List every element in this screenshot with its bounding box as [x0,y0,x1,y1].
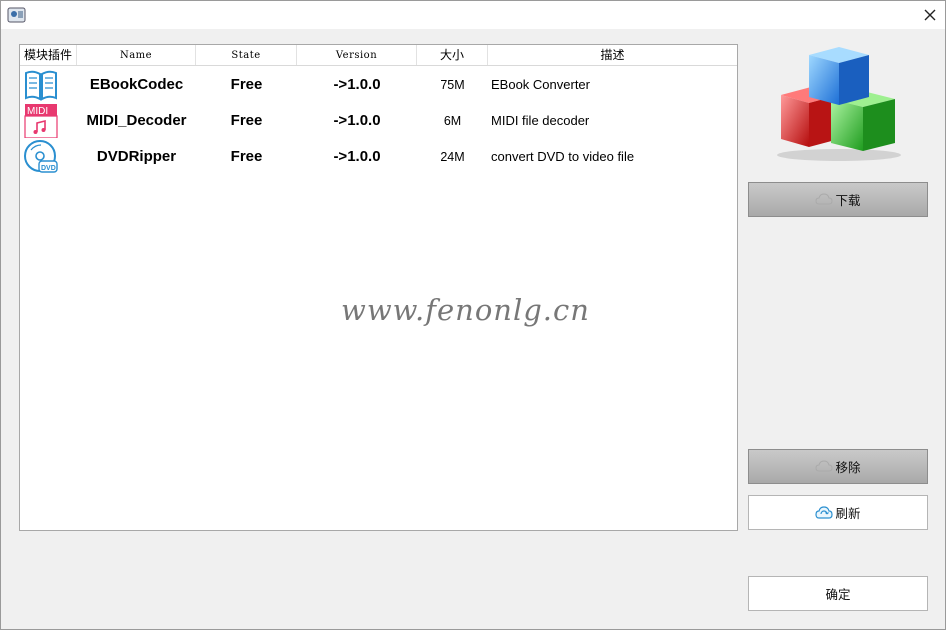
plugin-version: ->1.0.0 [333,112,381,129]
title-bar [1,1,945,29]
column-header-name[interactable]: Name [77,45,196,65]
plugin-list[interactable]: 模块插件 Name State Version 大小 描述 EBookCodec… [19,44,738,531]
remove-icon [815,459,833,471]
watermark: www.fenonlg.cn [341,293,590,327]
app-icon [7,7,26,23]
plugin-version: ->1.0.0 [333,148,381,165]
column-header-version[interactable]: Version [297,45,417,65]
plugin-size: 24M [440,150,465,164]
plugin-description: convert DVD to video file [491,149,635,164]
close-icon [924,9,936,21]
plugin-cubes-logo [777,47,901,161]
dvd-icon-label: DVD [41,165,56,172]
plugin-name: DVDRipper [96,148,177,165]
download-button-label: 下载 [835,193,861,208]
dvd-icon: DVD [24,140,58,173]
plugin-name: EBookCodec [89,76,184,93]
plugin-size: 6M [443,114,462,128]
remove-button[interactable]: 移除 [748,449,928,484]
remove-button-label: 移除 [835,460,861,475]
column-header-module[interactable]: 模块插件 [20,45,77,65]
refresh-button-label: 刷新 [835,506,861,521]
plugin-state: Free [230,112,263,129]
ok-button-label: 确定 [825,587,851,602]
download-icon [815,192,833,204]
plugin-description: EBook Converter [491,77,590,92]
download-button[interactable]: 下载 [748,182,928,217]
table-row[interactable]: MIDI MIDI_Decoder Free ->1.0.0 6M MIDI f… [20,103,737,139]
column-header-state[interactable]: State [196,45,297,65]
plugin-state: Free [230,148,263,165]
plugin-version: ->1.0.0 [333,76,381,93]
table-row[interactable]: EBookCodec Free ->1.0.0 75M EBook Conver… [20,67,737,103]
refresh-cloud-icon [815,505,834,519]
refresh-button[interactable]: 刷新 [748,495,928,530]
plugin-size: 75M [440,78,465,92]
close-button[interactable] [915,1,945,29]
column-header-size[interactable]: 大小 [417,45,488,65]
midi-icon-label: MIDI [27,106,48,117]
plugin-state: Free [230,76,263,93]
plugin-manager-window: 模块插件 Name State Version 大小 描述 EBookCodec… [0,0,946,630]
table-row[interactable]: DVD DVDRipper Free ->1.0.0 24M convert D… [20,139,737,175]
plugin-name: MIDI_Decoder [86,112,187,129]
column-header-description[interactable]: 描述 [488,45,737,65]
ebook-icon [25,70,57,101]
ok-button[interactable]: 确定 [748,576,928,611]
plugin-description: MIDI file decoder [491,113,590,128]
midi-icon: MIDI [24,104,58,138]
list-header: 模块插件 Name State Version 大小 描述 [20,45,737,66]
